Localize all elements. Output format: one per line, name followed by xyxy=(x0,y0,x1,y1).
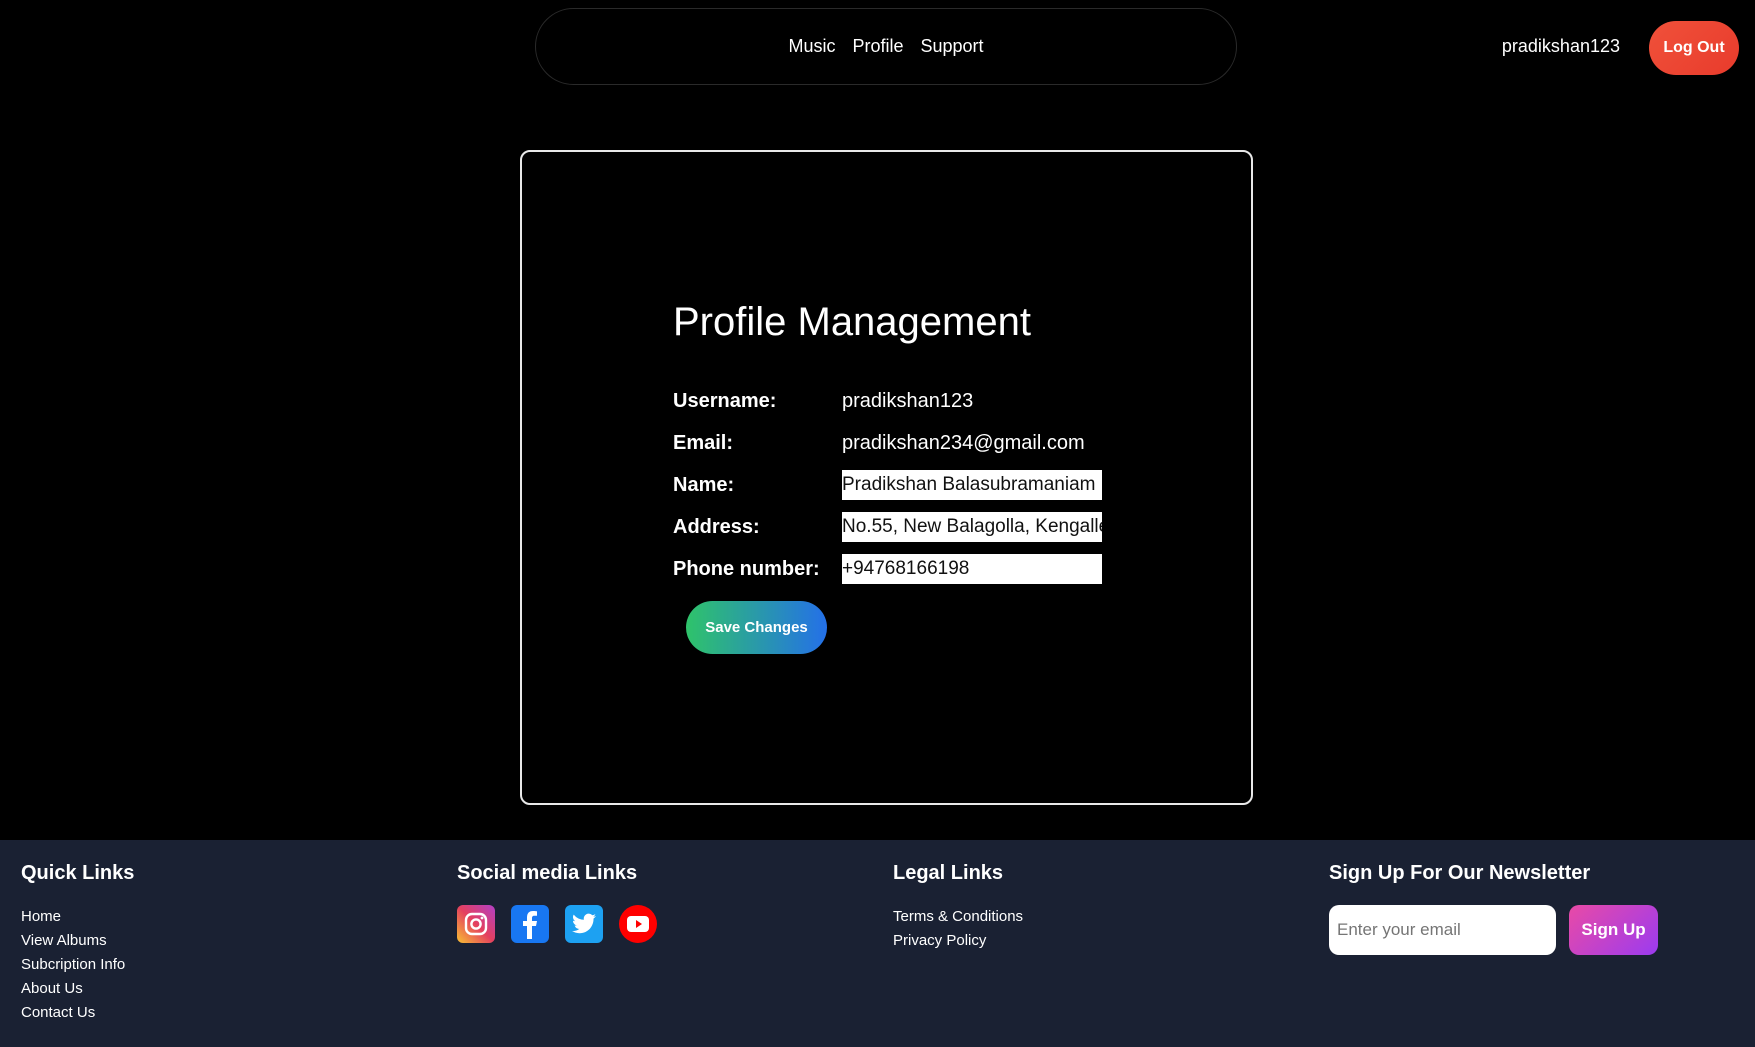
username-row: Username: pradikshan123 xyxy=(673,386,973,416)
email-row: Email: pradikshan234@gmail.com xyxy=(673,428,1085,458)
instagram-icon[interactable] xyxy=(457,905,495,943)
twitter-icon[interactable] xyxy=(565,905,603,943)
nav-music-link[interactable]: Music xyxy=(788,36,835,57)
email-label: Email: xyxy=(673,431,734,454)
name-row: Name: xyxy=(673,470,1102,500)
newsletter-email-input[interactable] xyxy=(1329,905,1556,955)
address-label: Address: xyxy=(673,515,760,538)
save-changes-button[interactable]: Save Changes xyxy=(686,601,827,654)
footer-link-about[interactable]: About Us xyxy=(21,977,134,1001)
page-title: Profile Management xyxy=(673,300,1031,344)
address-row: Address: xyxy=(673,512,1102,542)
newsletter-title: Sign Up For Our Newsletter xyxy=(1329,862,1591,884)
youtube-icon[interactable] xyxy=(619,905,657,943)
email-value: pradikshan234@gmail.com xyxy=(842,431,1085,454)
social-icons xyxy=(457,905,657,943)
footer-link-view-albums[interactable]: View Albums xyxy=(21,929,134,953)
quick-links-section: Quick Links Home View Albums Subcription… xyxy=(21,862,134,1025)
phone-row: Phone number: xyxy=(673,554,1102,584)
header-username: pradikshan123 xyxy=(1501,36,1620,56)
footer: Quick Links Home View Albums Subcription… xyxy=(0,840,1755,1047)
footer-link-home[interactable]: Home xyxy=(21,905,134,929)
footer-link-subscription[interactable]: Subcription Info xyxy=(21,953,134,977)
social-section: Social media Links xyxy=(457,862,657,943)
phone-label: Phone number: xyxy=(673,557,820,580)
username-value: pradikshan123 xyxy=(842,389,974,412)
name-label: Name: xyxy=(673,473,735,496)
legal-title: Legal Links xyxy=(893,862,1004,884)
address-field[interactable] xyxy=(842,512,1102,542)
phone-field[interactable] xyxy=(842,554,1102,584)
profile-card: Profile Management Username: pradikshan1… xyxy=(520,150,1253,805)
quick-links-title: Quick Links xyxy=(21,862,135,884)
facebook-icon[interactable] xyxy=(511,905,549,943)
newsletter-signup-button[interactable]: Sign Up xyxy=(1569,905,1658,955)
name-field[interactable] xyxy=(842,470,1102,500)
footer-link-contact[interactable]: Contact Us xyxy=(21,1001,134,1025)
footer-link-privacy[interactable]: Privacy Policy xyxy=(893,929,1023,953)
nav-profile-link[interactable]: Profile xyxy=(852,36,903,57)
main-nav: Music Profile Support xyxy=(535,8,1237,85)
legal-section: Legal Links Terms & Conditions Privacy P… xyxy=(893,862,1023,953)
nav-support-link[interactable]: Support xyxy=(921,36,984,57)
logout-button[interactable]: Log Out xyxy=(1649,21,1739,75)
newsletter-section: Sign Up For Our Newsletter Sign Up xyxy=(1329,862,1658,955)
social-title: Social media Links xyxy=(457,862,638,884)
footer-link-terms[interactable]: Terms & Conditions xyxy=(893,905,1023,929)
username-label: Username: xyxy=(673,389,777,412)
